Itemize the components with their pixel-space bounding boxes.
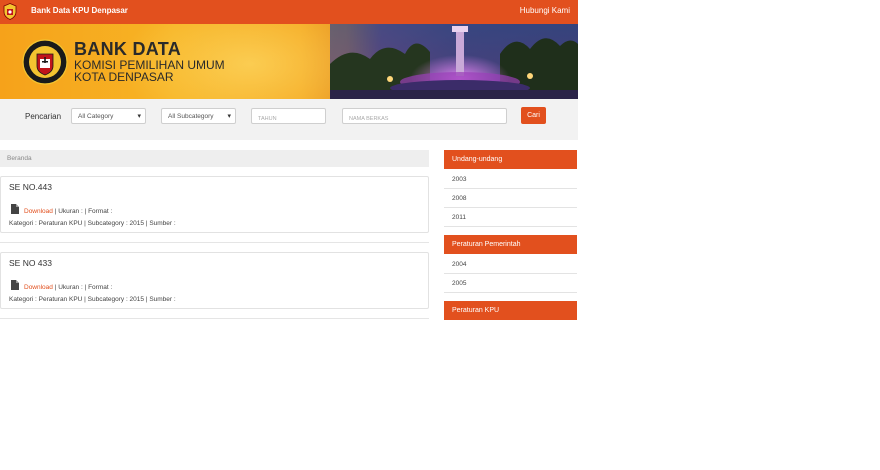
panel-item-2011[interactable]: 2011 <box>444 208 577 227</box>
top-navbar: Bank Data KPU Denpasar Hubungi Kami <box>0 0 578 24</box>
panel-item-2005[interactable]: 2005 <box>444 274 577 293</box>
kpu-logo-icon <box>3 3 17 20</box>
panel-header-peraturan-kpu[interactable]: Peraturan KPU <box>444 301 577 320</box>
document-size-format: | Ukuran : | Format : <box>52 284 113 291</box>
document-item: SE NO 433 Download | Ukuran : | Format :… <box>0 252 429 309</box>
caret-down-icon: ▾ <box>227 113 231 120</box>
caret-down-icon: ▾ <box>137 113 141 120</box>
file-icon <box>11 204 19 214</box>
category-select-value: All Category <box>78 113 114 120</box>
panel-item-2004[interactable]: 2004 <box>444 255 577 274</box>
divider <box>0 318 429 319</box>
download-link[interactable]: Download <box>24 284 53 291</box>
page: Bank Data KPU Denpasar Hubungi Kami BANK… <box>0 0 578 470</box>
fountain-scene-image <box>330 24 578 99</box>
banner-title: BANK DATA <box>74 39 182 59</box>
breadcrumb-home[interactable]: Beranda <box>7 155 32 162</box>
download-link[interactable]: Download <box>24 208 53 215</box>
search-bar: Pencarian All Category ▾ All Subcategory… <box>0 99 578 140</box>
kpu-seal-icon <box>22 39 68 85</box>
document-item: SE NO.443 Download | Ukuran : | Format :… <box>0 176 429 233</box>
search-button[interactable]: Cari <box>521 107 546 124</box>
document-meta: Kategori : Peraturan KPU | Subcategory :… <box>9 296 176 303</box>
subcategory-select-value: All Subcategory <box>168 113 214 120</box>
file-icon <box>11 280 19 290</box>
filename-input[interactable] <box>342 108 507 124</box>
breadcrumb: Beranda <box>0 150 429 167</box>
document-size-format: | Ukuran : | Format : <box>52 208 113 215</box>
hero-banner: BANK DATA KOMISI PEMILIHAN UMUM KOTA DEN… <box>0 24 578 99</box>
panel-header-peraturan-pemerintah[interactable]: Peraturan Pemerintah <box>444 235 577 254</box>
contact-link[interactable]: Hubungi Kami <box>520 6 570 15</box>
panel-item-2003[interactable]: 2003 <box>444 170 577 189</box>
panel-header-undang-undang[interactable]: Undang-undang <box>444 150 577 169</box>
document-details: Download | Ukuran : | Format : <box>24 284 112 291</box>
panel-item-2008[interactable]: 2008 <box>444 189 577 208</box>
subcategory-select[interactable]: All Subcategory ▾ <box>161 108 236 124</box>
banner-subtitle-2: KOTA DENPASAR <box>74 70 174 84</box>
document-details: Download | Ukuran : | Format : <box>24 208 112 215</box>
document-meta: Kategori : Peraturan KPU | Subcategory :… <box>9 220 176 227</box>
document-title[interactable]: SE NO.443 <box>9 182 52 192</box>
divider <box>0 242 429 243</box>
year-input[interactable] <box>251 108 326 124</box>
category-select[interactable]: All Category ▾ <box>71 108 146 124</box>
brand-link[interactable]: Bank Data KPU Denpasar <box>31 6 128 15</box>
document-title[interactable]: SE NO 433 <box>9 258 52 268</box>
search-label: Pencarian <box>25 112 62 121</box>
